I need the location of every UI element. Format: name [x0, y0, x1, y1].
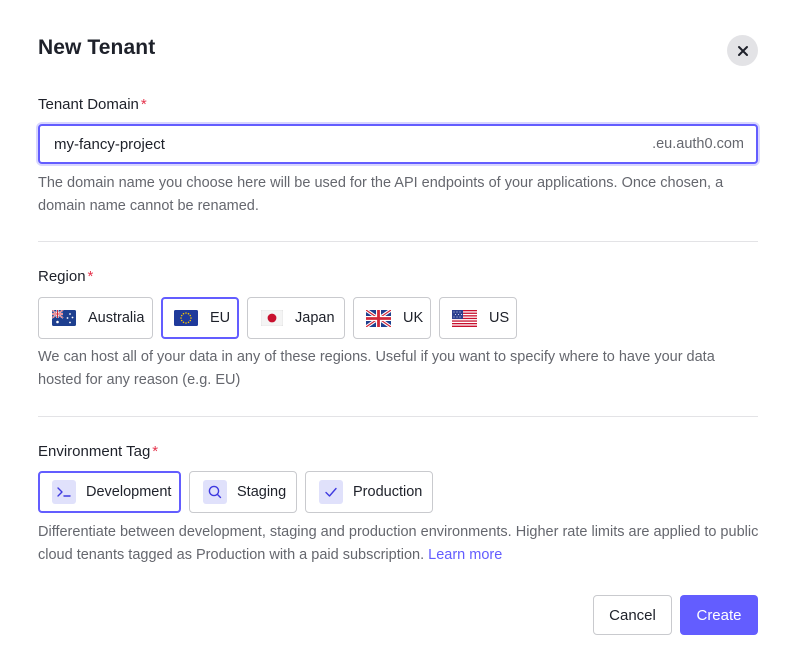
env-option-label: Staging [237, 484, 287, 500]
tenant-domain-help: The domain name you choose here will be … [38, 175, 724, 214]
region-option-us[interactable]: US [439, 297, 517, 339]
region-option-uk[interactable]: UK [353, 297, 431, 339]
env-option-label: Production [353, 484, 423, 500]
close-icon [737, 45, 748, 56]
environment-tag-label: Environment Tag * [38, 443, 158, 460]
region-option-australia[interactable]: Australia [38, 297, 153, 339]
environment-help: Differentiate between development, stagi… [38, 521, 762, 567]
required-mark: * [87, 268, 94, 285]
region-option-label: US [489, 310, 510, 326]
env-option-development[interactable]: Development [38, 471, 181, 513]
region-option-eu[interactable]: EU [161, 297, 239, 339]
region-option-label: UK [403, 310, 424, 326]
uk-flag-icon [366, 309, 391, 327]
terminal-icon [52, 480, 76, 504]
region-label: Region * [38, 268, 93, 285]
create-button[interactable]: Create [680, 595, 758, 635]
required-mark: * [152, 443, 159, 460]
us-flag-icon [452, 309, 477, 327]
tenant-domain-label-text: Tenant Domain [38, 96, 139, 113]
environment-help-text: Differentiate between development, stagi… [38, 524, 759, 563]
env-option-label: Development [86, 484, 172, 500]
tenant-domain-label: Tenant Domain * [38, 96, 147, 113]
region-option-label: Australia [88, 310, 145, 326]
divider [38, 416, 758, 417]
env-option-staging[interactable]: Staging [189, 471, 297, 513]
required-mark: * [140, 96, 147, 113]
region-option-japan[interactable]: Japan [247, 297, 345, 339]
learn-more-link[interactable]: Learn more [428, 547, 502, 563]
eu-flag-icon [174, 310, 198, 326]
divider [38, 241, 758, 242]
australia-flag-icon [52, 310, 76, 326]
dialog-title: New Tenant [38, 36, 156, 59]
region-help: We can host all of your data in any of t… [38, 349, 715, 388]
region-option-label: EU [210, 310, 231, 326]
region-label-text: Region [38, 268, 86, 285]
region-option-label: Japan [295, 310, 335, 326]
tenant-domain-field[interactable]: .eu.auth0.com [38, 124, 758, 164]
environment-tag-label-text: Environment Tag [38, 443, 151, 460]
cancel-button[interactable]: Cancel [593, 595, 672, 635]
search-icon [203, 480, 227, 504]
japan-flag-icon [261, 310, 283, 326]
checkmark-icon [319, 480, 343, 504]
close-button[interactable] [727, 35, 758, 66]
tenant-domain-input[interactable] [54, 135, 653, 153]
domain-suffix: .eu.auth0.com [652, 136, 744, 152]
env-option-production[interactable]: Production [305, 471, 433, 513]
